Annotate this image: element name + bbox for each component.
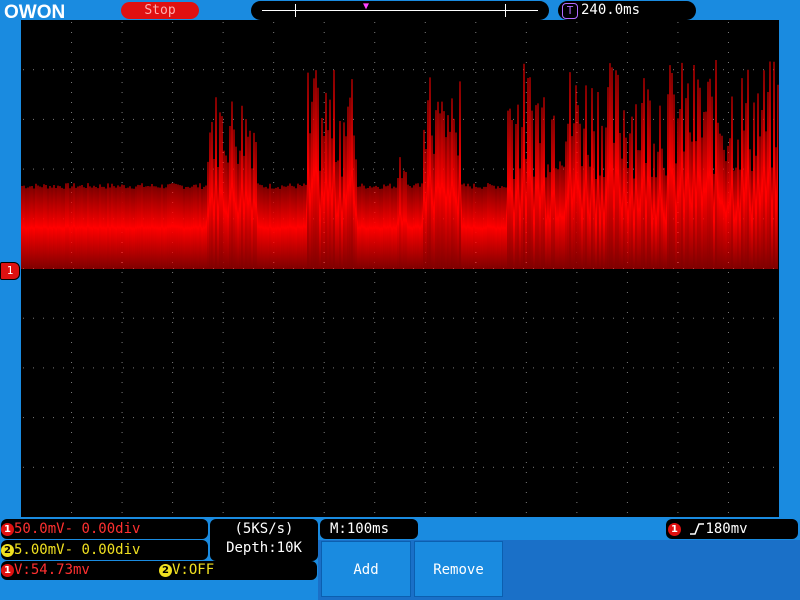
trigger-readout[interactable]: 1 180mv [666,519,798,539]
ch1-measurement: 1 V:54.73mv [1,562,90,578]
horizontal-position-readout: T 240.0ms [558,1,696,20]
timeline-left-bracket [295,4,296,17]
rising-edge-icon [690,523,705,535]
ch1-ground-marker[interactable]: 1 [0,262,20,280]
ch2-settings[interactable]: 2 5.00mV- 0.00div [1,540,208,560]
memory-depth: Depth:10K [226,540,302,556]
ch2-volts-div: 5.00mV- [14,542,74,558]
trigger-position-marker: ▼ [363,1,370,12]
brand-text: OWON [4,2,65,21]
ch2-measurement: 2 V:OFF [159,561,214,580]
remove-button[interactable]: Remove [414,541,503,597]
ch1-readout-badge: 1 [1,563,14,577]
ch2-readout-badge: 2 [159,563,172,577]
timebase-value: M:100ms [330,521,390,537]
ch1-measurement-value: V:54.73mv [14,562,90,578]
ch1-offset: 0.00div [81,521,141,537]
trigger-source-badge: 1 [668,522,681,536]
add-button[interactable]: Add [321,541,411,597]
timebase-readout[interactable]: M:100ms [320,519,418,539]
ch1-waveform [21,60,779,270]
run-state-indicator[interactable]: Stop [121,2,199,19]
trigger-level: 180mv [705,521,748,537]
timeline-right-bracket [505,4,506,17]
ch1-volts-div: 50.0mV- [14,521,74,537]
waveform-display [21,20,779,517]
ch2-badge: 2 [1,543,14,557]
horizontal-position-value: 240.0ms [581,2,641,18]
ch1-settings[interactable]: 1 50.0mV- 0.00div [1,519,208,539]
ch1-badge: 1 [1,522,14,536]
timeline-line [262,10,538,11]
acquisition-info: (5KS/s) Depth:10K [210,519,318,561]
ch2-offset: 0.00div [81,542,141,558]
trigger-time-icon: T [562,3,578,19]
sample-rate: (5KS/s) [234,521,294,537]
measurement-readout: 1 V:54.73mv 2 V:OFF [1,561,317,580]
owon-logo: OWON [4,2,65,21]
ch2-measurement-value: V:OFF [172,562,215,578]
